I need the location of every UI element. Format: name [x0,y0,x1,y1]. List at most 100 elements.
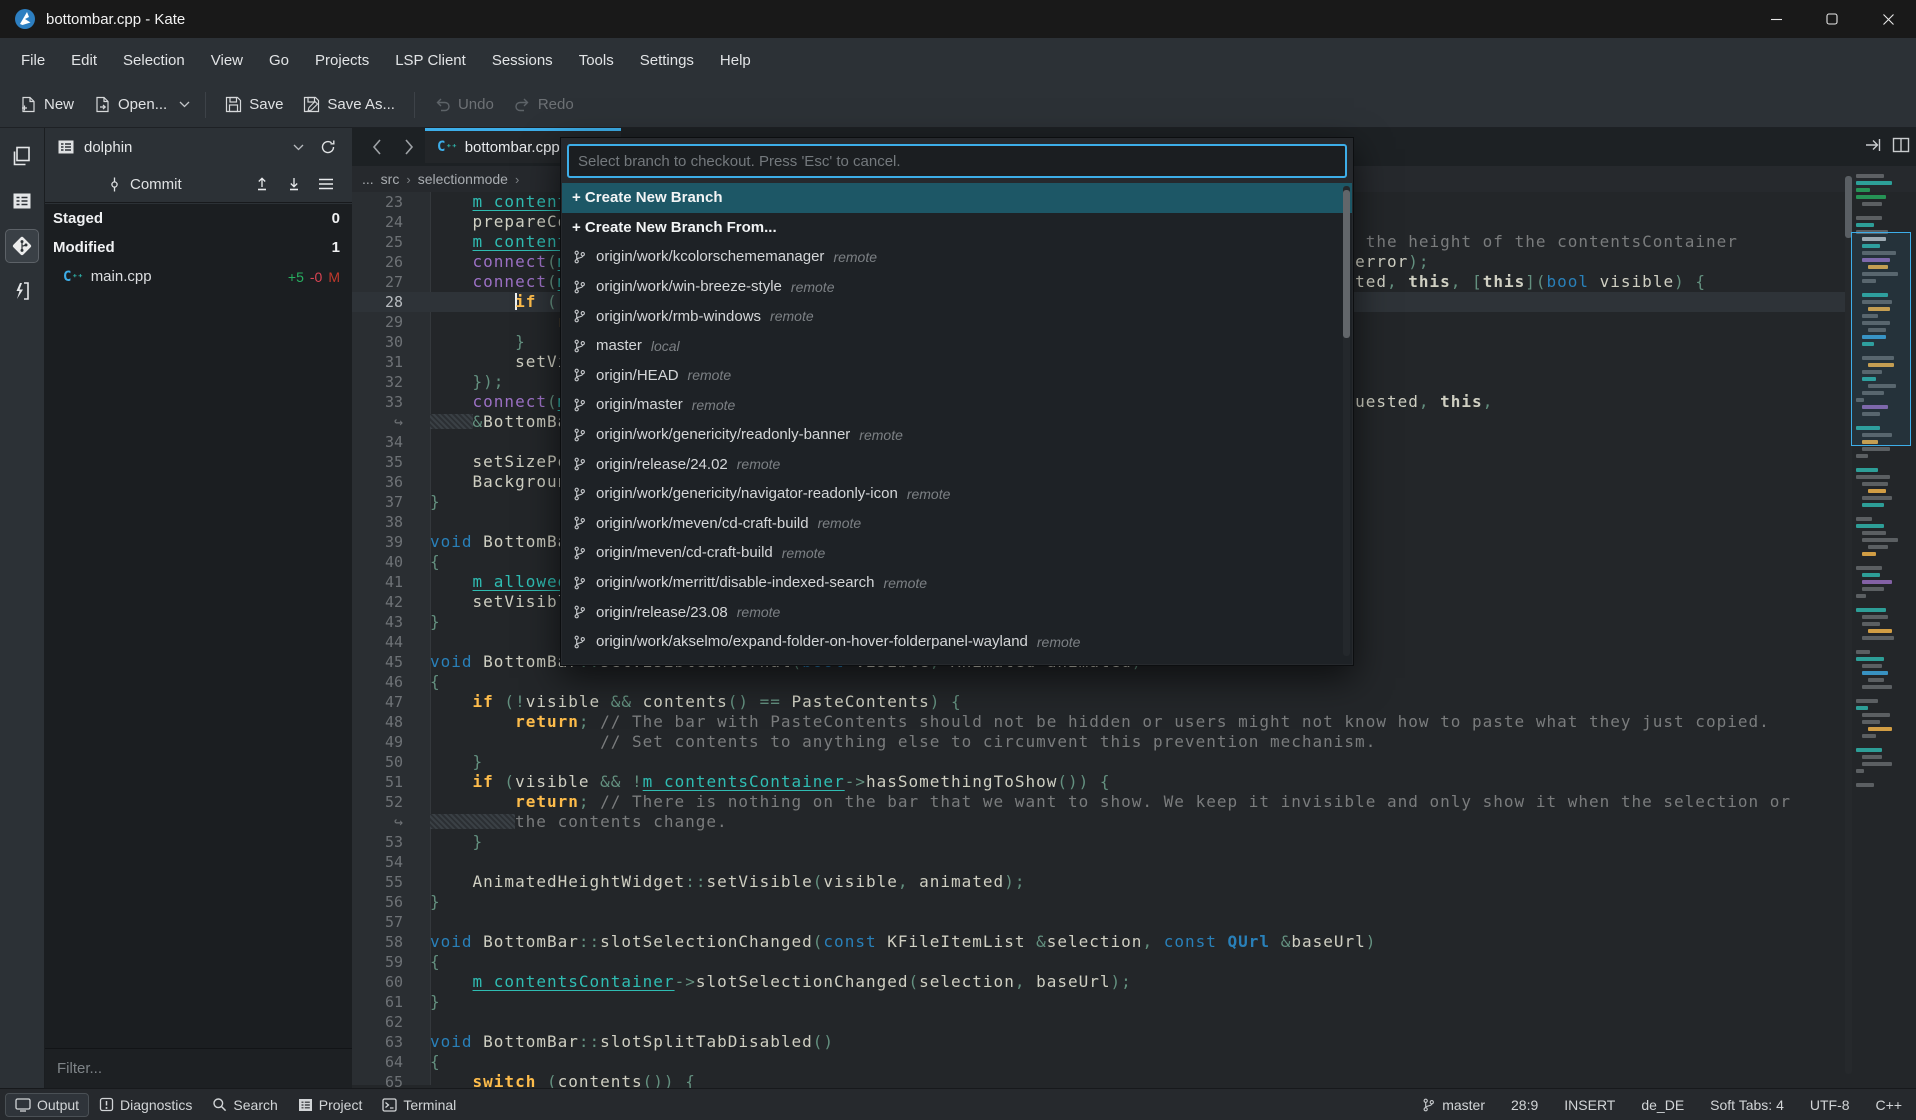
maximize-button[interactable] [1804,0,1860,38]
split-view-icon[interactable] [1892,136,1910,154]
commit-graph-tool-icon[interactable] [6,275,38,307]
code-line[interactable]: 47 if (!visible && contents() == PasteCo… [352,692,1846,712]
menu-item-sessions[interactable]: Sessions [479,46,566,75]
menu-item-projects[interactable]: Projects [302,46,382,75]
git-pull-icon[interactable] [278,172,310,196]
code-line[interactable]: 58void BottomBar::slotSelectionChanged(c… [352,932,1846,952]
code-line[interactable]: 50 } [352,752,1846,772]
project-name[interactable]: dolphin [84,139,132,156]
git-filter-input[interactable] [45,1049,352,1088]
git-push-icon[interactable] [246,172,278,196]
staged-row[interactable]: Staged 0 [45,204,352,233]
branch-item-origin-master[interactable]: origin/masterremote [562,390,1352,420]
menu-item-settings[interactable]: Settings [627,46,707,75]
code-line[interactable]: 61} [352,992,1846,1012]
quick-open-arrow-icon[interactable] [1864,136,1882,154]
breadcrumb-item-ellipsis[interactable]: ... [362,171,374,187]
code-line[interactable]: 49 // Set contents to anything else to c… [352,732,1846,752]
code-line[interactable]: 62 [352,1012,1846,1032]
commit-button[interactable]: Commit [107,176,182,193]
panel-button-project[interactable]: Project [289,1094,372,1116]
open-dropdown-chevron-icon[interactable] [173,94,196,115]
menu-item-selection[interactable]: Selection [110,46,198,75]
projects-tool-icon[interactable] [6,185,38,217]
branch-list-scrollbar[interactable] [1343,186,1350,656]
modified-file-row[interactable]: C⁺⁺ main.cpp +5 -0 M [45,262,352,291]
breadcrumb-item-src[interactable]: src [381,171,400,187]
branch-item-origin-work-akselmo-expand-folder-on-hover-folderpanel-wayland[interactable]: origin/work/akselmo/expand-folder-on-hov… [562,627,1352,657]
branch-item-master[interactable]: masterlocal [562,331,1352,361]
close-button[interactable] [1860,0,1916,38]
code-line[interactable]: 53 } [352,832,1846,852]
save-button[interactable]: Save [215,89,293,120]
history-back-icon[interactable] [364,134,390,160]
code-line[interactable]: 57 [352,912,1846,932]
code-line[interactable]: 55 AnimatedHeightWidget::setVisible(visi… [352,872,1846,892]
branch-item-origin-work-rmb-windows[interactable]: origin/work/rmb-windowsremote [562,301,1352,331]
new-button[interactable]: New [10,89,84,120]
minimap-viewport[interactable] [1851,232,1911,446]
undo-button[interactable]: Undo [424,89,504,120]
status-tab-mode[interactable]: Soft Tabs: 4 [1710,1097,1784,1113]
code-line[interactable]: 46{ [352,672,1846,692]
minimize-button[interactable] [1748,0,1804,38]
branch-search-input[interactable] [567,144,1347,178]
code-line[interactable]: 56} [352,892,1846,912]
branch-list-scrollbar-handle[interactable] [1343,190,1350,338]
code-line[interactable]: 51 if (visible && !m_contentsContainer->… [352,772,1846,792]
status-cursor-position[interactable]: 28:9 [1511,1097,1538,1113]
save-as-button[interactable]: Save As... [293,89,405,120]
code-line[interactable]: 54 [352,852,1846,872]
branch-action-create-new-branch[interactable]: + Create New Branch [562,183,1352,213]
modified-row[interactable]: Modified 1 [45,233,352,262]
code-line[interactable]: 63void BottomBar::slotSplitTabDisabled() [352,1032,1846,1052]
documents-tool-icon[interactable] [6,140,38,172]
open-button[interactable]: Open... [84,89,177,120]
git-tool-icon[interactable] [6,230,38,262]
code-text: void BottomBar::slotSelectionChanged(con… [430,932,1376,952]
code-line[interactable]: 48 return; // The bar with PasteContents… [352,712,1846,732]
branch-item-origin-work-genericity-navigator-readonly-icon[interactable]: origin/work/genericity/navigator-readonl… [562,479,1352,509]
status-input-mode[interactable]: INSERT [1564,1097,1615,1113]
branch-item-origin-meven-cd-craft-build[interactable]: origin/meven/cd-craft-buildremote [562,538,1352,568]
branch-item-clipped[interactable] [562,657,1352,665]
status-highlight-mode[interactable]: C++ [1876,1097,1902,1113]
panel-button-terminal[interactable]: Terminal [373,1094,465,1116]
branch-item-origin-work-win-breeze-style[interactable]: origin/work/win-breeze-styleremote [562,272,1352,302]
branch-item-origin-release-24-02[interactable]: origin/release/24.02remote [562,449,1352,479]
menu-item-view[interactable]: View [198,46,256,75]
branch-action-create-new-branch-from[interactable]: + Create New Branch From... [562,213,1352,243]
minimap[interactable] [1856,174,1908,1084]
branch-item-origin-work-kcolorschememanager[interactable]: origin/work/kcolorschememanagerremote [562,242,1352,272]
code-line[interactable]: 64{ [352,1052,1846,1072]
refresh-icon[interactable] [312,135,344,159]
panel-button-search[interactable]: Search [203,1094,286,1116]
panel-button-output[interactable]: Output [6,1094,88,1116]
code-line[interactable]: 59{ [352,952,1846,972]
redo-button[interactable]: Redo [504,89,584,120]
panel-button-diagnostics[interactable]: Diagnostics [90,1094,201,1116]
project-dropdown-chevron-icon[interactable] [285,140,312,155]
menu-item-file[interactable]: File [8,46,58,75]
code-line[interactable]: 52 return; // There is nothing on the ba… [352,792,1846,812]
editor-scrollbar-handle[interactable] [1845,176,1852,238]
menu-item-help[interactable]: Help [707,46,764,75]
branch-item-origin-work-merritt-disable-indexed-search[interactable]: origin/work/merritt/disable-indexed-sear… [562,568,1352,598]
menu-item-lsp-client[interactable]: LSP Client [382,46,479,75]
history-forward-icon[interactable] [396,134,422,160]
branch-item-origin-head[interactable]: origin/HEADremote [562,361,1352,391]
status-branch[interactable]: master [1421,1097,1485,1113]
menu-item-edit[interactable]: Edit [58,46,110,75]
status-encoding[interactable]: UTF-8 [1810,1097,1850,1113]
breadcrumb-item-selectionmode[interactable]: selectionmode [418,171,508,187]
menu-item-tools[interactable]: Tools [566,46,627,75]
branch-item-origin-work-meven-cd-craft-build[interactable]: origin/work/meven/cd-craft-buildremote [562,509,1352,539]
code-line-continuation[interactable]: ↪the contents change. [352,812,1846,832]
branch-item-origin-release-23-08[interactable]: origin/release/23.08remote [562,597,1352,627]
branch-item-origin-work-genericity-readonly-banner[interactable]: origin/work/genericity/readonly-bannerre… [562,420,1352,450]
status-dictionary[interactable]: de_DE [1641,1097,1684,1113]
menu-item-go[interactable]: Go [256,46,302,75]
git-menu-icon[interactable] [310,173,342,195]
code-line[interactable]: 65 switch (contents()) { [352,1072,1846,1088]
code-line[interactable]: 60 m_contentsContainer->slotSelectionCha… [352,972,1846,992]
